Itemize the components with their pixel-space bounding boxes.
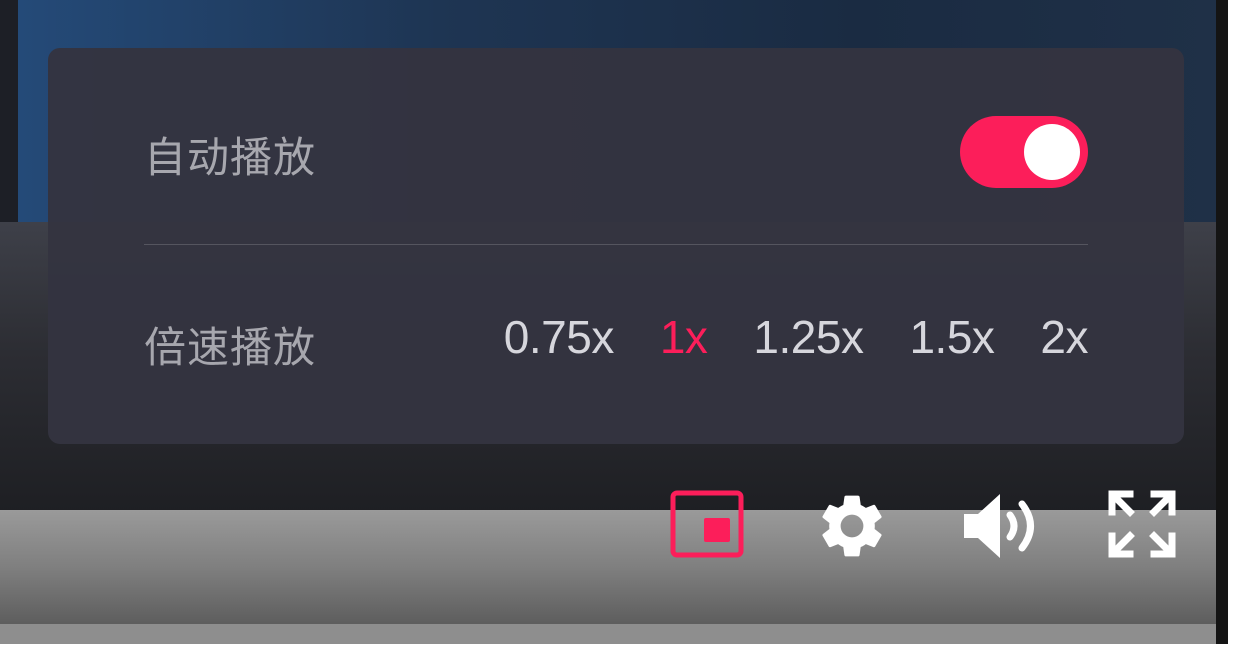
divider [144,244,1088,245]
window-edge [1216,0,1228,644]
picture-in-picture-button[interactable] [670,490,744,558]
video-player[interactable]: 自动播放 倍速播放 0.75x 1x 1.25x 1.5x 2x [0,0,1216,644]
speed-option-1-5x[interactable]: 1.5x [909,310,994,364]
toggle-knob [1024,124,1080,180]
gear-icon [822,495,882,557]
video-frame-left [0,0,20,230]
autoplay-toggle[interactable] [960,116,1088,188]
fullscreen-icon [1108,490,1176,558]
volume-icon [964,494,1034,558]
settings-button[interactable] [814,488,890,564]
speed-options: 0.75x 1x 1.25x 1.5x 2x [504,310,1089,364]
speed-option-2x[interactable]: 2x [1040,310,1088,364]
autoplay-label: 自动播放 [144,133,317,182]
player-controls [668,488,1178,562]
picture-in-picture-icon [670,490,744,558]
speed-option-0-75x[interactable]: 0.75x [504,310,615,364]
speed-option-1x[interactable]: 1x [660,310,708,364]
volume-button[interactable] [962,488,1046,564]
settings-panel: 自动播放 倍速播放 0.75x 1x 1.25x 1.5x 2x [48,48,1184,444]
video-bottom-strip [0,624,1216,644]
speed-label: 倍速播放 [144,323,317,372]
fullscreen-button[interactable] [1108,490,1176,558]
speed-option-1-25x[interactable]: 1.25x [753,310,864,364]
